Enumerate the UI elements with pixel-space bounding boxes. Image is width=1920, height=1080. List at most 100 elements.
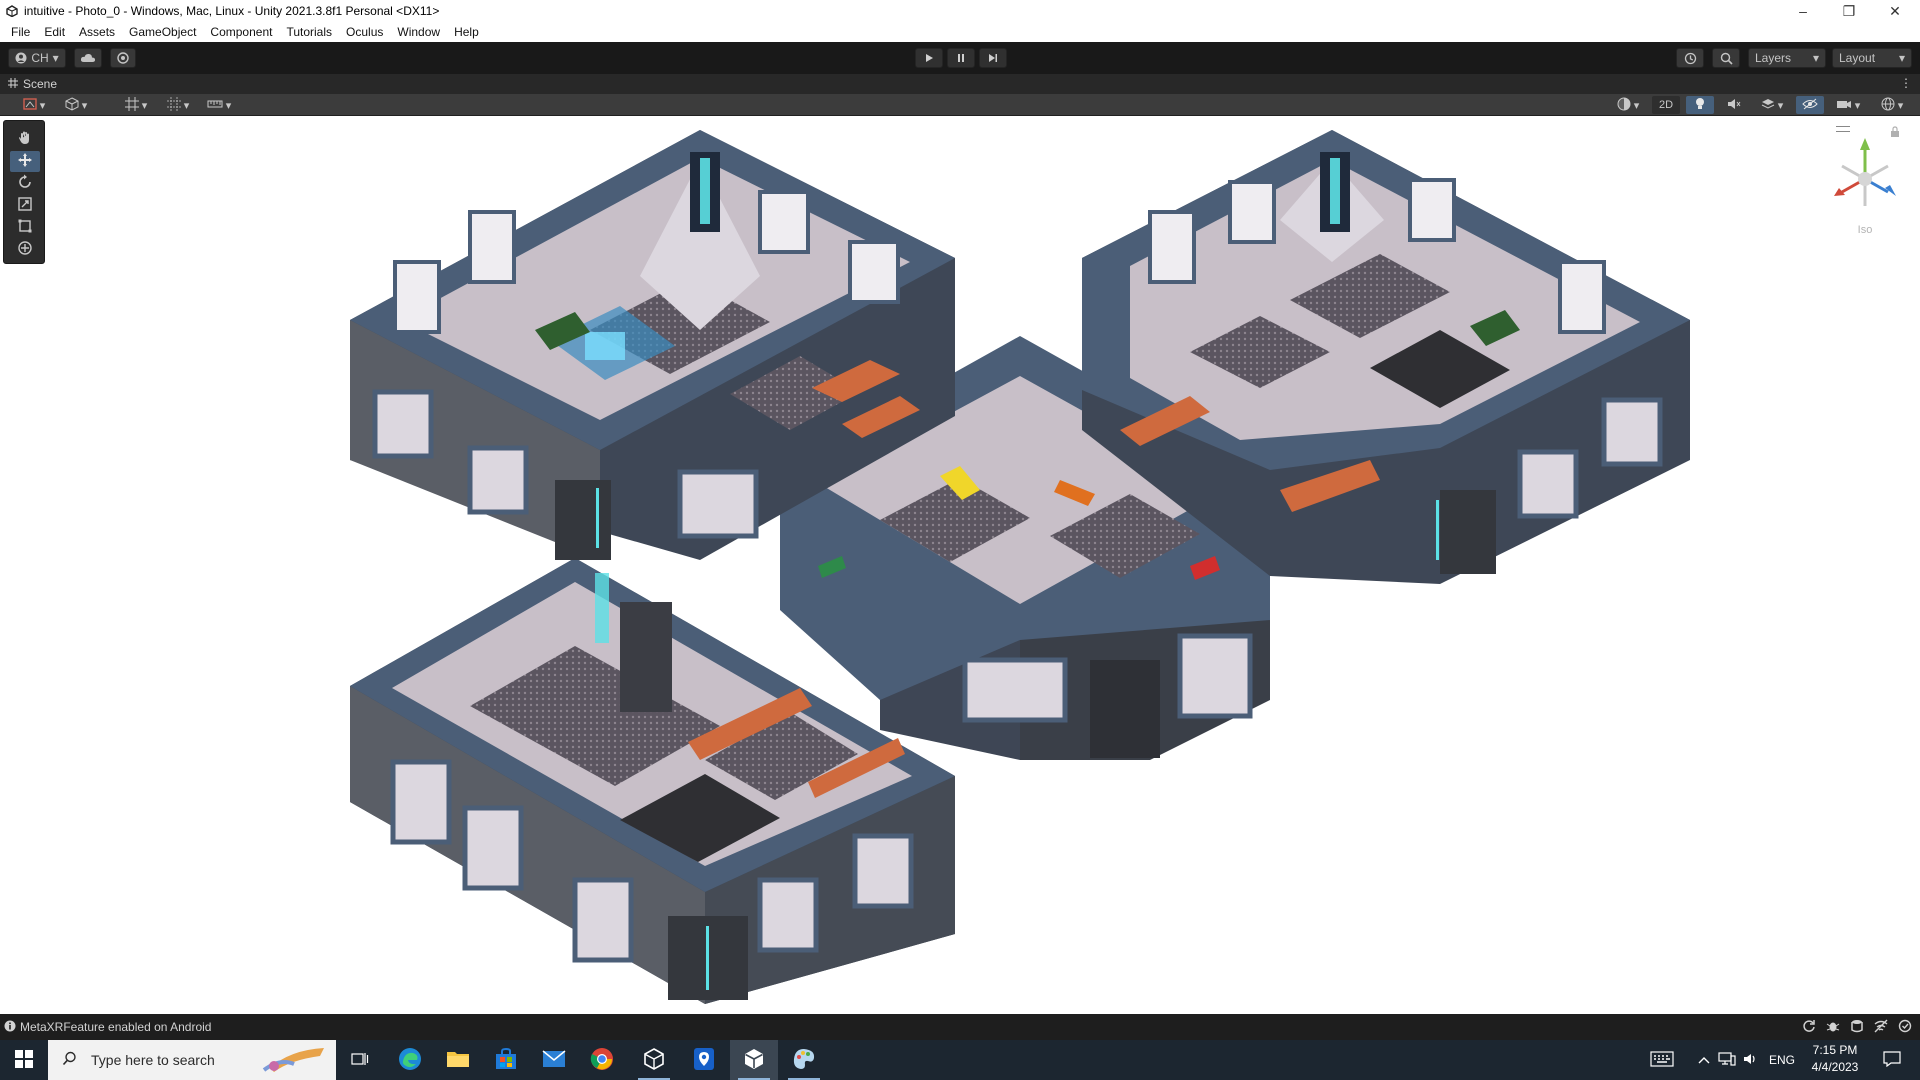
network-tray[interactable] — [1716, 1040, 1738, 1080]
taskbar-unity-editor[interactable] — [730, 1040, 778, 1080]
refresh-icon[interactable] — [1802, 1019, 1816, 1036]
chevron-down-icon: ▾ — [1812, 51, 1819, 65]
layout-dropdown[interactable]: Layout ▾ — [1832, 48, 1912, 68]
rotate-icon — [17, 174, 33, 193]
menu-bar: File Edit Assets GameObject Component Tu… — [0, 22, 1920, 42]
map-pin-icon — [693, 1047, 715, 1074]
transform-tool[interactable] — [10, 239, 40, 260]
title-bar: intuitive - Photo_0 - Windows, Mac, Linu… — [0, 0, 1920, 22]
tab-scene[interactable]: Scene — [0, 74, 65, 94]
menu-file[interactable]: File — [4, 22, 37, 42]
speaker-icon — [1743, 1052, 1759, 1069]
ruler-icon — [207, 98, 223, 113]
menu-window[interactable]: Window — [390, 22, 447, 42]
rect-tool[interactable] — [10, 217, 40, 238]
audio-toggle[interactable] — [1720, 96, 1748, 114]
scale-tool[interactable] — [10, 195, 40, 216]
unity-editor-icon — [743, 1048, 765, 1073]
task-view-icon — [351, 1051, 369, 1070]
taskbar-edge[interactable] — [386, 1040, 434, 1080]
account-label: CH — [31, 51, 49, 65]
account-dropdown[interactable]: CH ▾ — [8, 48, 66, 68]
search-button[interactable] — [1712, 48, 1740, 68]
menu-oculus[interactable]: Oculus — [339, 22, 390, 42]
network-icon[interactable] — [1874, 1019, 1888, 1036]
pause-icon — [956, 53, 966, 63]
show-hidden-icons[interactable] — [1694, 1040, 1714, 1080]
keyboard-tray[interactable] — [1640, 1040, 1684, 1080]
projection-label[interactable]: Iso — [1830, 224, 1900, 236]
grid-visibility-dropdown[interactable]: ▾ — [160, 96, 196, 114]
start-button[interactable] — [0, 1040, 48, 1080]
move-tool[interactable] — [10, 151, 40, 172]
taskbar-file-explorer[interactable] — [434, 1040, 482, 1080]
gizmos-dropdown[interactable]: ▾ — [1872, 96, 1912, 114]
taskbar-store[interactable] — [482, 1040, 530, 1080]
cube-icon — [65, 96, 79, 114]
shaded-mode-icon — [23, 97, 37, 113]
task-view-button[interactable] — [336, 1040, 384, 1080]
collab-icon — [117, 52, 129, 64]
draw-mode-dropdown[interactable]: ▾ — [16, 96, 52, 114]
status-message[interactable]: MetaXRFeature enabled on Android — [20, 1020, 211, 1034]
render-mode-dropdown[interactable]: ▾ — [58, 96, 94, 114]
notifications-button[interactable] — [1872, 1040, 1912, 1080]
lighting-toggle[interactable] — [1686, 96, 1714, 114]
search-icon — [62, 1051, 77, 1069]
search-highlight-icon — [260, 1044, 330, 1079]
history-button[interactable] — [1676, 48, 1704, 68]
play-icon — [924, 53, 934, 63]
layers-dropdown[interactable]: Layers ▾ — [1748, 48, 1826, 68]
tool-palette — [3, 120, 45, 264]
scene-visibility-toggle[interactable] — [1796, 96, 1824, 114]
orientation-gizmo[interactable]: Iso — [1830, 126, 1900, 236]
camera-dropdown[interactable]: ▾ — [1830, 96, 1866, 114]
grid-icon — [166, 96, 181, 114]
taskbar-search-box[interactable]: Type here to search — [48, 1040, 336, 1080]
increment-snap-dropdown[interactable]: ▾ — [200, 96, 238, 114]
taskbar-maps[interactable] — [680, 1040, 728, 1080]
scene-viewport[interactable]: Iso — [0, 116, 1920, 1014]
menu-gameobject[interactable]: GameObject — [122, 22, 203, 42]
rect-transform-icon — [17, 218, 33, 237]
cloud-button[interactable] — [74, 48, 102, 68]
restore-button[interactable]: ❐ — [1826, 0, 1872, 22]
close-button[interactable]: ✕ — [1872, 0, 1918, 22]
menu-assets[interactable]: Assets — [72, 22, 122, 42]
search-icon — [1720, 52, 1733, 65]
taskbar-unity-hub[interactable] — [630, 1040, 678, 1080]
gizmo-menu-icon[interactable] — [1836, 126, 1850, 132]
taskbar-mail[interactable] — [530, 1040, 578, 1080]
taskbar-clock[interactable]: 7:15 PM 4/4/2023 — [1800, 1042, 1870, 1078]
play-button[interactable] — [915, 48, 943, 68]
menu-edit[interactable]: Edit — [37, 22, 72, 42]
windows-taskbar: Type here to search ENG 7:15 PM 4/4/2023 — [0, 1040, 1920, 1080]
volume-tray[interactable] — [1740, 1040, 1762, 1080]
windows-logo-icon — [15, 1049, 33, 1071]
collab-button[interactable] — [110, 48, 136, 68]
grid-snapping-dropdown[interactable]: ▾ — [118, 96, 154, 114]
history-icon — [1684, 52, 1697, 65]
auto-generate-lighting-icon[interactable] — [1898, 1019, 1912, 1036]
toggle-2d-button[interactable]: 2D — [1652, 96, 1680, 114]
rotate-tool[interactable] — [10, 173, 40, 194]
menu-component[interactable]: Component — [203, 22, 279, 42]
minimize-button[interactable]: – — [1780, 0, 1826, 22]
chevron-down-icon: ▾ — [1898, 51, 1905, 65]
tab-scene-label: Scene — [23, 77, 58, 91]
taskbar-paint[interactable] — [780, 1040, 828, 1080]
taskbar-chrome[interactable] — [578, 1040, 626, 1080]
shading-dropdown[interactable]: ▾ — [1610, 96, 1646, 114]
cache-icon[interactable] — [1850, 1019, 1864, 1036]
hand-tool[interactable] — [10, 129, 40, 150]
more-options-icon[interactable]: ⋮ — [1900, 76, 1912, 90]
status-bar: MetaXRFeature enabled on Android — [0, 1014, 1920, 1040]
menu-help[interactable]: Help — [447, 22, 486, 42]
language-indicator[interactable]: ENG — [1764, 1040, 1800, 1080]
pause-button[interactable] — [947, 48, 975, 68]
bug-icon[interactable] — [1826, 1019, 1840, 1036]
chrome-icon — [590, 1047, 614, 1074]
effects-dropdown[interactable]: ▾ — [1754, 96, 1790, 114]
menu-tutorials[interactable]: Tutorials — [279, 22, 339, 42]
step-button[interactable] — [979, 48, 1007, 68]
